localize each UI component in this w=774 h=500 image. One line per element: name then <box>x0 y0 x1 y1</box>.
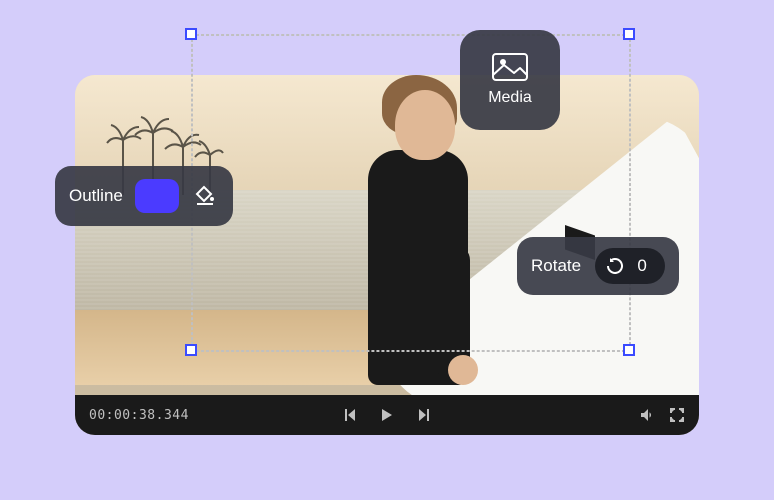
rotate-value: 0 <box>635 256 649 276</box>
paint-bucket-icon <box>193 184 217 208</box>
outline-label: Outline <box>69 186 123 206</box>
step-forward-icon[interactable] <box>417 407 433 423</box>
selection-handle-bottom-right[interactable] <box>623 344 635 356</box>
selection-edge-top <box>191 34 630 36</box>
selection-handle-top-right[interactable] <box>623 28 635 40</box>
selection-handle-bottom-left[interactable] <box>185 344 197 356</box>
media-preview[interactable] <box>75 75 699 385</box>
playback-timecode: 00:00:38.344 <box>89 408 189 423</box>
play-icon[interactable] <box>379 407 395 423</box>
outline-color-swatch[interactable] <box>135 179 179 213</box>
media-label: Media <box>488 89 532 107</box>
playback-bar: 00:00:38.344 <box>75 395 699 435</box>
media-icon <box>492 53 528 81</box>
rotate-label: Rotate <box>531 256 581 276</box>
selection-handle-top-left[interactable] <box>185 28 197 40</box>
media-button[interactable]: Media <box>460 30 560 130</box>
rotate-value-control[interactable]: 0 <box>595 248 665 284</box>
rotate-panel: Rotate 0 <box>517 237 679 295</box>
step-back-icon[interactable] <box>341 407 357 423</box>
volume-icon[interactable] <box>639 407 655 423</box>
fullscreen-icon[interactable] <box>669 407 685 423</box>
paint-bucket-button[interactable] <box>191 182 219 210</box>
outline-panel: Outline <box>55 166 233 226</box>
rotate-icon <box>605 256 625 276</box>
